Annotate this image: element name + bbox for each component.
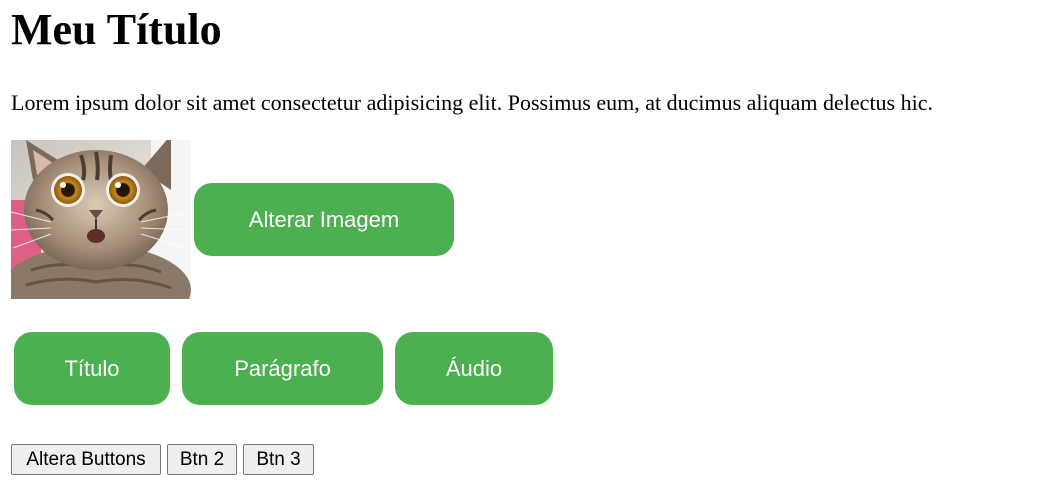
btn-3-button[interactable]: Btn 3 (243, 444, 314, 475)
audio-button[interactable]: Áudio (395, 332, 553, 405)
paragraph-button[interactable]: Parágrafo (182, 332, 383, 405)
cat-image (11, 140, 191, 299)
page-title: Meu Título (11, 5, 222, 54)
btn-2-button[interactable]: Btn 2 (167, 444, 237, 475)
change-image-button[interactable]: Alterar Imagem (194, 183, 454, 256)
change-buttons-button[interactable]: Altera Buttons (11, 444, 161, 475)
title-button[interactable]: Título (14, 332, 170, 405)
lorem-paragraph: Lorem ipsum dolor sit amet consectetur a… (11, 90, 933, 115)
